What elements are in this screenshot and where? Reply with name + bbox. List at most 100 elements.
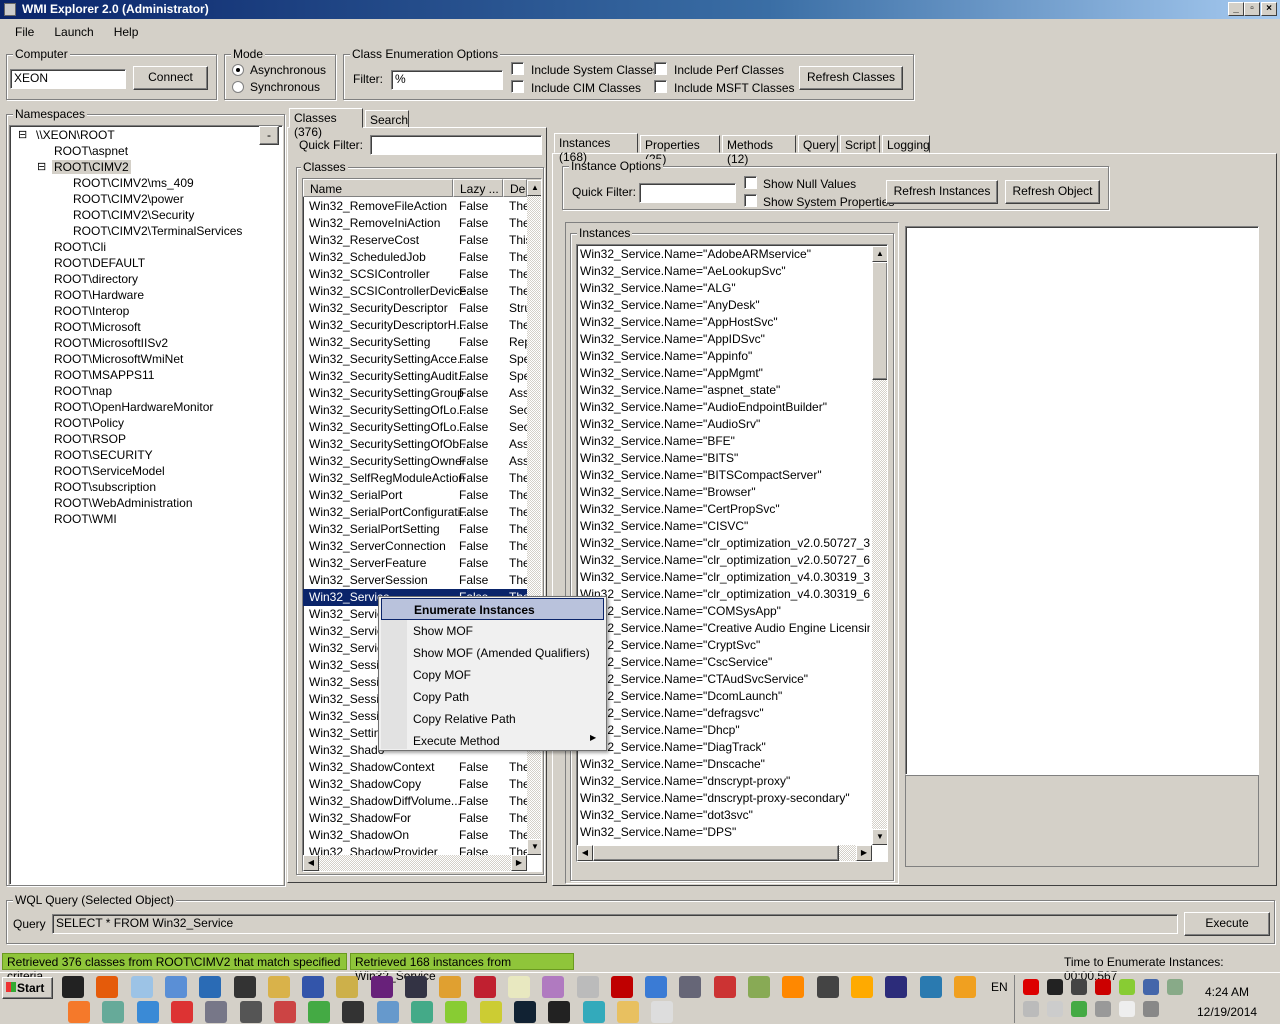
- film-icon[interactable]: [748, 976, 770, 998]
- table-row[interactable]: Win32_RemoveIniAction False The: [303, 215, 527, 232]
- list-item[interactable]: Win32_Service.Name="CertPropSvc": [580, 501, 870, 518]
- list-item[interactable]: Win32_Service.Name="Appinfo": [580, 348, 870, 365]
- context-menu-item-execute-method[interactable]: Execute Method: [381, 730, 604, 752]
- list-item[interactable]: Win32_Service.Name="AnyDesk": [580, 297, 870, 314]
- tools2-icon[interactable]: [679, 976, 702, 998]
- logo-icon[interactable]: [1047, 979, 1063, 995]
- battery-icon[interactable]: [1167, 979, 1183, 995]
- tree-item[interactable]: ROOT\Cli: [52, 240, 108, 254]
- list-item[interactable]: Win32_Service.Name="AudioEndpointBuilder…: [580, 399, 870, 416]
- connect-button[interactable]: Connect: [133, 66, 208, 90]
- list-item[interactable]: Win32_Service.Name="Browser": [580, 484, 870, 501]
- context-menu-item-copy-relative-path[interactable]: Copy Relative Path: [381, 708, 604, 730]
- column-header-0[interactable]: Name: [303, 179, 453, 197]
- list-item[interactable]: Win32_Service.Name="aspnet_state": [580, 382, 870, 399]
- scroll-thumb[interactable]: [872, 262, 887, 380]
- table-row[interactable]: Win32_SecurityDescriptor False Stru: [303, 300, 527, 317]
- table-row[interactable]: Win32_ShadowDiffVolume...False The: [303, 793, 527, 810]
- list-item[interactable]: Win32_Service.Name="clr_optimization_v2.…: [580, 552, 870, 569]
- tree-item[interactable]: ROOT\MicrosoftWmiNet: [52, 352, 185, 366]
- tab-instances[interactable]: Instances (168): [554, 133, 638, 164]
- table-row[interactable]: Win32_SecuritySettingOfLo...False Sec: [303, 402, 527, 419]
- table-row[interactable]: Win32_SCSIControllerDeviceFalse The: [303, 283, 527, 300]
- tree-item[interactable]: ROOT\Microsoft: [52, 320, 143, 334]
- include-system-classes-checkbox[interactable]: [511, 62, 524, 75]
- lock-folder-icon[interactable]: [411, 1001, 433, 1023]
- table-row[interactable]: Win32_ShadowCopy False The: [303, 776, 527, 793]
- globe-icon[interactable]: [239, 1001, 262, 1023]
- tab-properties[interactable]: Properties (25): [640, 135, 720, 166]
- robot-icon[interactable]: [342, 1001, 365, 1023]
- show-null-values-checkbox[interactable]: [744, 176, 757, 189]
- object-properties-pane[interactable]: [905, 226, 1259, 775]
- table-row[interactable]: Win32_SecuritySettingAudit...False Spe: [303, 368, 527, 385]
- table-row[interactable]: Win32_SecuritySettingAcce...False Spe: [303, 351, 527, 368]
- puzzle-icon[interactable]: [102, 1001, 125, 1023]
- tie-icon[interactable]: [170, 1001, 193, 1023]
- table-row[interactable]: Win32_SecuritySettingOfOb...False Ass: [303, 436, 527, 453]
- scroll-up-button[interactable]: ▲: [872, 246, 887, 262]
- namespace-tree[interactable]: ⊟ \\XEON\ROOT ROOT\aspnet ⊟ ROOT\CIMV2 ROOT\C…: [9, 125, 283, 885]
- classes-list[interactable]: NameLazy ...Des▲ ▼ Win32_RemoveFileAction F…: [302, 178, 542, 872]
- tab-script[interactable]: Script: [840, 135, 880, 153]
- menu-file[interactable]: File: [15, 25, 34, 39]
- refresh-object-button[interactable]: Refresh Object: [1005, 180, 1100, 204]
- column-header-2[interactable]: Des: [503, 179, 527, 197]
- list-item[interactable]: Win32_Service.Name="defragsvc": [580, 705, 870, 722]
- instance-quick-filter-input[interactable]: [639, 183, 736, 203]
- fb-icon[interactable]: [233, 976, 256, 998]
- tree-item[interactable]: ROOT\CIMV2: [52, 160, 131, 174]
- calendar-icon[interactable]: [713, 976, 736, 998]
- list-item[interactable]: Win32_Service.Name="BFE": [580, 433, 870, 450]
- table-row[interactable]: Win32_SCSIController False The: [303, 266, 527, 283]
- tree-item[interactable]: ROOT\SECURITY: [52, 448, 155, 462]
- query-input[interactable]: SELECT * FROM Win32_Service: [52, 914, 1178, 934]
- tree-item[interactable]: ROOT\OpenHardwareMonitor: [52, 400, 215, 414]
- thunderbird-icon[interactable]: [645, 976, 668, 998]
- tab-methods[interactable]: Methods (12): [722, 135, 796, 166]
- tree-item[interactable]: ROOT\CIMV2\TerminalServices: [71, 224, 244, 238]
- maximize-button[interactable]: ▫: [1244, 2, 1260, 16]
- list-item[interactable]: Win32_Service.Name="AppMgmt": [580, 365, 870, 382]
- hscroll-thumb[interactable]: [593, 845, 839, 861]
- context-menu-item-copy-path[interactable]: Copy Path: [381, 686, 604, 708]
- include-cim-classes-checkbox[interactable]: [511, 80, 524, 93]
- list-item[interactable]: Win32_Service.Name="CscService": [580, 654, 870, 671]
- list-item[interactable]: Win32_Service.Name="CTAudSvcService": [580, 671, 870, 688]
- list-item[interactable]: Win32_Service.Name="AdobeARMservice": [580, 246, 870, 263]
- list-item[interactable]: Win32_Service.Name="Dnscache": [580, 756, 870, 773]
- arrow-icon[interactable]: [513, 1001, 536, 1023]
- red-diamond-icon[interactable]: [1023, 979, 1039, 995]
- table-row[interactable]: Win32_ShadowOn False The: [303, 827, 527, 844]
- table-row[interactable]: Win32_ServerFeature False The: [303, 555, 527, 572]
- folder-icon[interactable]: [616, 1001, 639, 1023]
- table-row[interactable]: Win32_ShadowFor False The: [303, 810, 527, 827]
- minimize-button[interactable]: _: [1228, 2, 1244, 16]
- context-menu-item-copy-mof[interactable]: Copy MOF: [381, 664, 604, 686]
- padlock-icon[interactable]: [548, 1001, 571, 1023]
- list-item[interactable]: Win32_Service.Name="clr_optimization_v4.…: [580, 569, 870, 586]
- tree-item[interactable]: ROOT\Interop: [52, 304, 131, 318]
- tree-item[interactable]: ROOT\WebAdministration: [52, 496, 195, 510]
- fz-icon[interactable]: [1095, 979, 1111, 995]
- list-item[interactable]: Win32_Service.Name="dnscrypt-proxy-secon…: [580, 790, 870, 807]
- tree-item[interactable]: ROOT\MSAPPS11: [52, 368, 156, 382]
- net-icon[interactable]: [1143, 1001, 1159, 1017]
- sync-icon[interactable]: [1119, 979, 1135, 995]
- eclipse-icon[interactable]: [885, 976, 908, 998]
- scroll-down-button[interactable]: ▼: [872, 829, 887, 845]
- ab-icon[interactable]: [376, 1001, 399, 1023]
- classes-vscrollbar[interactable]: [527, 196, 541, 855]
- tab-classes[interactable]: Classes (376): [289, 108, 363, 139]
- compass-icon[interactable]: [1143, 979, 1159, 995]
- scroll-left-button[interactable]: ◀: [303, 855, 319, 871]
- sync-radio[interactable]: [232, 81, 244, 93]
- table-row[interactable]: Win32_SecuritySettingOfLo...False Sec: [303, 419, 527, 436]
- server-icon[interactable]: [205, 1001, 228, 1023]
- tree-item[interactable]: ROOT\MicrosoftIISv2: [52, 336, 170, 350]
- tools-icon[interactable]: [267, 976, 290, 998]
- speaker-icon[interactable]: [1095, 1001, 1111, 1017]
- gear-icon[interactable]: [816, 976, 839, 998]
- list-item[interactable]: Win32_Service.Name="BITS": [580, 450, 870, 467]
- tree-item[interactable]: ROOT\DEFAULT: [52, 256, 147, 270]
